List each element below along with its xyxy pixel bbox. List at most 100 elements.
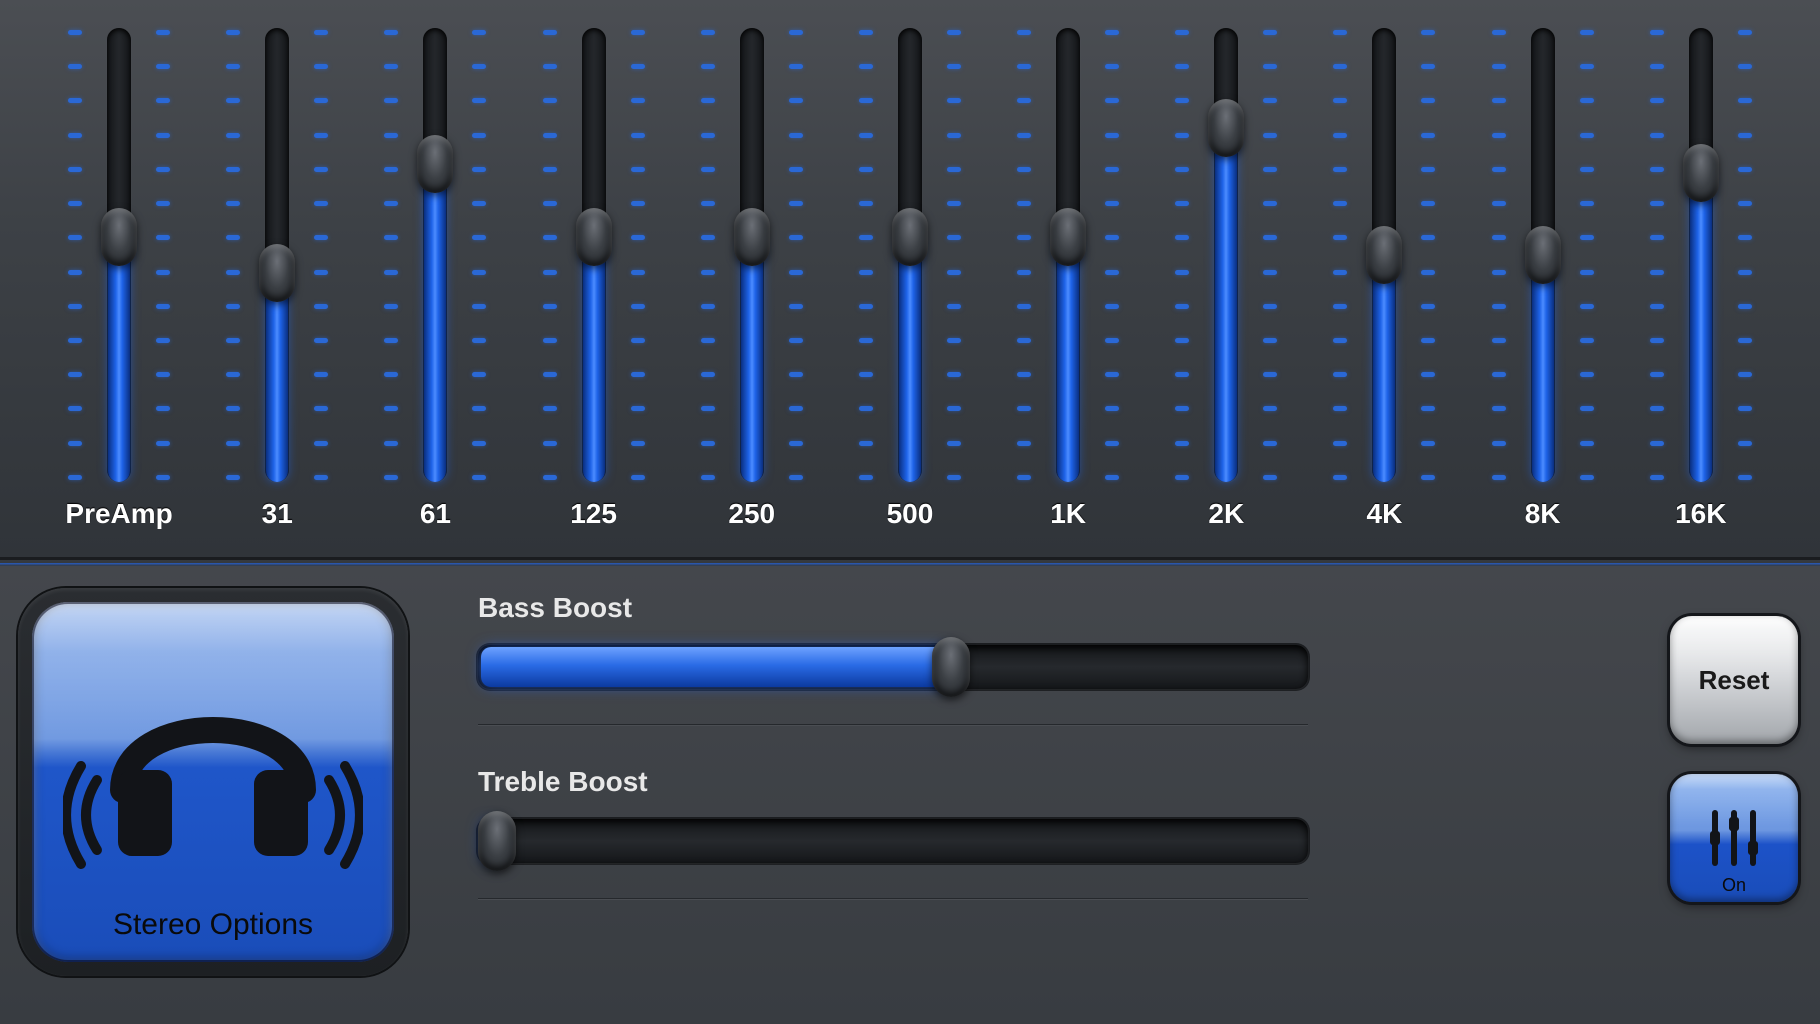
eq-slider-500[interactable] xyxy=(855,20,965,490)
equalizer-icon xyxy=(1699,803,1769,873)
eq-fill xyxy=(1057,237,1079,482)
tick-marks-left xyxy=(1650,30,1670,480)
tick-marks-right xyxy=(1257,30,1277,480)
on-button-label: On xyxy=(1722,875,1746,896)
treble-boost-track xyxy=(478,819,1308,863)
eq-band-label: 2K xyxy=(1208,498,1244,530)
eq-band-label: PreAmp xyxy=(65,498,172,530)
boost-controls: Bass Boost Treble Boost xyxy=(438,566,1670,1024)
eq-thumb[interactable] xyxy=(892,208,928,266)
tick-marks-left xyxy=(384,30,404,480)
eq-slider-31[interactable] xyxy=(222,20,332,490)
eq-slider-1k[interactable] xyxy=(1013,20,1123,490)
divider-line xyxy=(478,898,1308,900)
tick-marks-right xyxy=(150,30,170,480)
tick-marks-right xyxy=(308,30,328,480)
eq-band-label: 250 xyxy=(728,498,775,530)
tick-marks-left xyxy=(1492,30,1512,480)
treble-boost-title: Treble Boost xyxy=(478,766,1590,798)
eq-band-label: 125 xyxy=(570,498,617,530)
on-toggle-button[interactable]: On xyxy=(1670,774,1798,902)
bass-boost-slider[interactable] xyxy=(478,638,1308,696)
equalizer-panel: PreAmp 31 61 125 250 500 1K 2K 4K 8K 16K xyxy=(0,0,1820,560)
eq-slider-250[interactable] xyxy=(697,20,807,490)
eq-fill xyxy=(583,237,605,482)
eq-thumb[interactable] xyxy=(1366,226,1402,284)
eq-band-label: 8K xyxy=(1525,498,1561,530)
tick-marks-left xyxy=(701,30,721,480)
eq-band-31: 31 xyxy=(207,20,347,530)
tick-marks-right xyxy=(1574,30,1594,480)
eq-thumb[interactable] xyxy=(1683,144,1719,202)
tick-marks-left xyxy=(1175,30,1195,480)
stereo-options-label: Stereo Options xyxy=(113,908,313,942)
treble-boost-slider[interactable] xyxy=(478,812,1308,870)
tick-marks-right xyxy=(1732,30,1752,480)
eq-thumb[interactable] xyxy=(417,135,453,193)
eq-band-16k: 16K xyxy=(1631,20,1771,530)
eq-band-label: 61 xyxy=(420,498,451,530)
eq-band-label: 31 xyxy=(262,498,293,530)
eq-thumb[interactable] xyxy=(1525,226,1561,284)
eq-band-500: 500 xyxy=(840,20,980,530)
side-buttons: Reset On xyxy=(1670,566,1820,1024)
stereo-options-button[interactable]: Stereo Options xyxy=(18,588,408,976)
eq-band-label: 4K xyxy=(1367,498,1403,530)
reset-button[interactable]: Reset xyxy=(1670,616,1798,744)
tick-marks-right xyxy=(941,30,961,480)
eq-band-61: 61 xyxy=(365,20,505,530)
eq-fill xyxy=(1532,255,1554,482)
eq-band-2k: 2K xyxy=(1156,20,1296,530)
eq-fill xyxy=(1215,128,1237,482)
eq-band-preamp: PreAmp xyxy=(49,20,189,530)
eq-thumb[interactable] xyxy=(734,208,770,266)
eq-slider-2k[interactable] xyxy=(1171,20,1281,490)
tick-marks-right xyxy=(783,30,803,480)
eq-thumb[interactable] xyxy=(259,244,295,302)
eq-thumb[interactable] xyxy=(576,208,612,266)
tick-marks-right xyxy=(466,30,486,480)
eq-band-label: 500 xyxy=(887,498,934,530)
bass-boost-title: Bass Boost xyxy=(478,592,1590,624)
tick-marks-right xyxy=(1415,30,1435,480)
tick-marks-left xyxy=(68,30,88,480)
bass-boost-fill xyxy=(481,647,951,687)
eq-band-4k: 4K xyxy=(1314,20,1454,530)
stereo-options-inner: Stereo Options xyxy=(32,602,394,962)
headphones-icon xyxy=(63,640,363,880)
bass-boost-group: Bass Boost xyxy=(478,592,1590,726)
tick-marks-left xyxy=(859,30,879,480)
reset-button-label: Reset xyxy=(1699,665,1770,696)
tick-marks-left xyxy=(226,30,246,480)
eq-fill xyxy=(1690,173,1712,482)
divider-line xyxy=(478,724,1308,726)
eq-thumb[interactable] xyxy=(1208,99,1244,157)
eq-band-label: 1K xyxy=(1050,498,1086,530)
eq-band-250: 250 xyxy=(682,20,822,530)
treble-boost-group: Treble Boost xyxy=(478,766,1590,900)
tick-marks-left xyxy=(543,30,563,480)
eq-fill xyxy=(1373,255,1395,482)
tick-marks-right xyxy=(625,30,645,480)
eq-band-1k: 1K xyxy=(998,20,1138,530)
eq-fill xyxy=(424,164,446,482)
treble-boost-thumb[interactable] xyxy=(478,811,516,871)
eq-band-8k: 8K xyxy=(1473,20,1613,530)
eq-band-label: 16K xyxy=(1675,498,1726,530)
eq-fill xyxy=(266,273,288,482)
eq-slider-4k[interactable] xyxy=(1329,20,1439,490)
eq-thumb[interactable] xyxy=(101,208,137,266)
eq-slider-16k[interactable] xyxy=(1646,20,1756,490)
eq-slider-8k[interactable] xyxy=(1488,20,1598,490)
eq-slider-preamp[interactable] xyxy=(64,20,174,490)
tick-marks-right xyxy=(1099,30,1119,480)
tick-marks-left xyxy=(1017,30,1037,480)
eq-slider-125[interactable] xyxy=(539,20,649,490)
eq-band-125: 125 xyxy=(524,20,664,530)
bass-boost-thumb[interactable] xyxy=(932,637,970,697)
tick-marks-left xyxy=(1333,30,1353,480)
eq-thumb[interactable] xyxy=(1050,208,1086,266)
eq-slider-61[interactable] xyxy=(380,20,490,490)
eq-fill xyxy=(899,237,921,482)
eq-fill xyxy=(741,237,763,482)
